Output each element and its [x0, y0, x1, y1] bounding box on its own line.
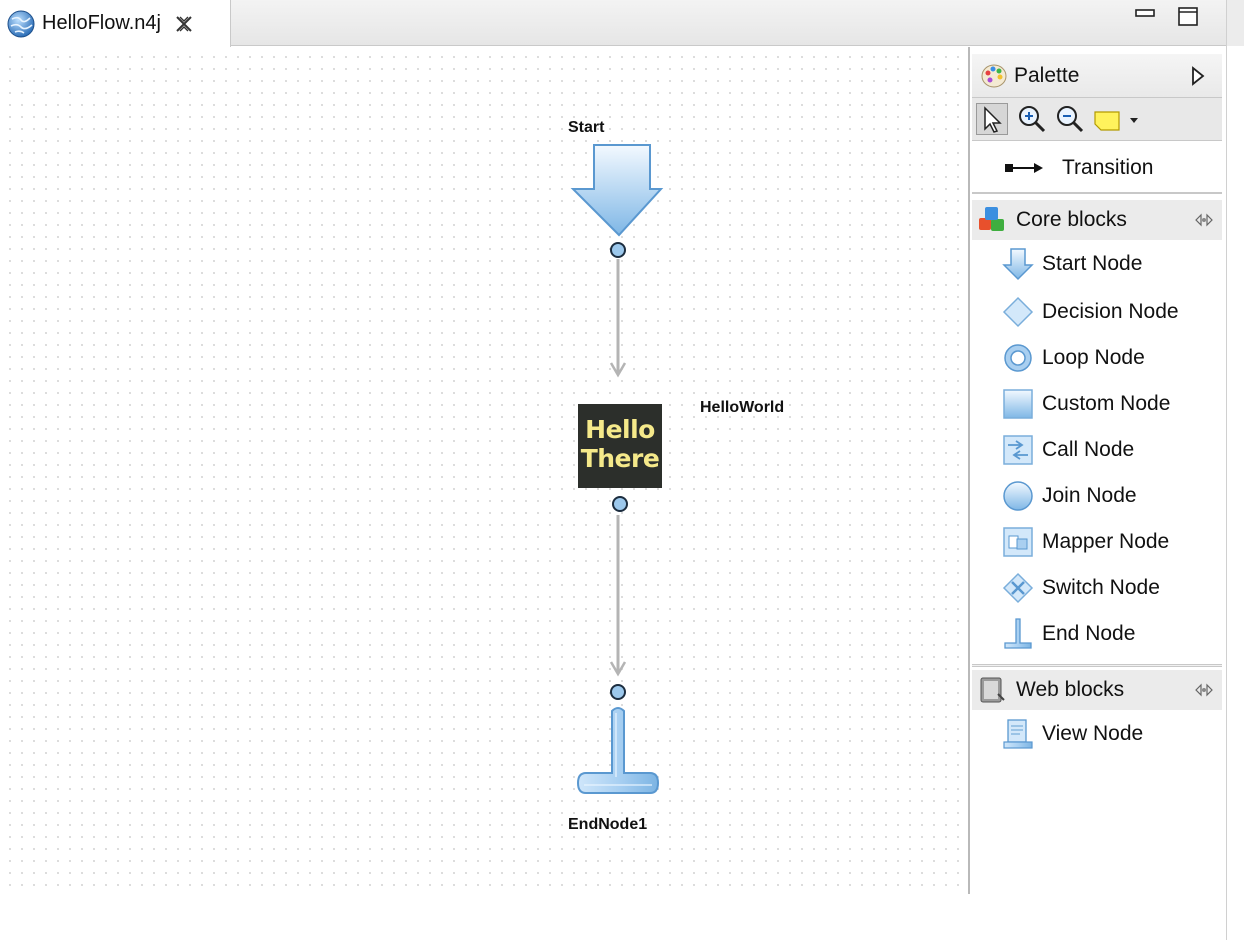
palette-item-label: Mapper Node: [1042, 530, 1170, 553]
start-node-label: Start: [568, 119, 605, 136]
core-blocks-icon: [979, 207, 1004, 231]
palette-item-join-node[interactable]: Join Node: [1002, 475, 1137, 517]
palette-item-custom-node[interactable]: Custom Node: [1002, 383, 1170, 425]
palette-title: Palette: [1014, 63, 1080, 87]
loop-node-icon: [1004, 344, 1032, 372]
palette-header: Palette: [972, 54, 1222, 98]
task-output-port[interactable]: [612, 496, 628, 512]
zoom-in-icon[interactable]: [1016, 103, 1048, 135]
drawer-pin-icon[interactable]: [1194, 211, 1214, 229]
task-image-line-2: There: [580, 444, 660, 473]
end-node-shape[interactable]: [576, 707, 660, 794]
end-node-icon: [1004, 618, 1032, 649]
palette-collapse-icon[interactable]: [1190, 66, 1206, 86]
drawer-pin-icon[interactable]: [1194, 681, 1214, 699]
flow-canvas[interactable]: Start HelloWorld EndNode1 Hello There: [0, 47, 968, 894]
tab-title: HelloFlow.n4j: [42, 12, 161, 34]
palette-item-view-node[interactable]: View Node: [1002, 713, 1143, 755]
palette-item-label: Decision Node: [1042, 300, 1179, 323]
editor-tab[interactable]: HelloFlow.n4j: [0, 0, 231, 47]
start-output-port[interactable]: [610, 242, 626, 258]
call-node-icon: [1003, 435, 1033, 465]
palette-item-label: Switch Node: [1042, 576, 1160, 599]
view-node-icon: [1003, 719, 1033, 749]
note-icon[interactable]: [1092, 103, 1140, 135]
flow-globe-icon: [7, 10, 35, 37]
palette-item-mapper-node[interactable]: Mapper Node: [1002, 521, 1169, 563]
close-icon[interactable]: [173, 13, 195, 35]
palette-icon: [981, 64, 1007, 87]
zoom-out-icon[interactable]: [1054, 103, 1086, 135]
task-node-label: HelloWorld: [700, 399, 785, 416]
maximize-icon[interactable]: [1176, 4, 1200, 28]
palette-item-label: Join Node: [1042, 484, 1137, 507]
switch-node-icon: [1002, 572, 1034, 604]
palette-item-start-node[interactable]: Start Node: [1002, 243, 1142, 285]
mapper-node-icon: [1003, 527, 1033, 557]
transition-arrow-icon: [1005, 163, 1043, 173]
web-blocks-title: Web blocks: [1016, 678, 1125, 701]
minimize-icon[interactable]: [1133, 4, 1157, 28]
palette-item-decision-node[interactable]: Decision Node: [1002, 291, 1179, 333]
editor-tab-bar: HelloFlow.n4j: [0, 0, 1226, 47]
drawer-web-blocks[interactable]: Web blocks: [972, 670, 1222, 710]
palette-item-label: Loop Node: [1042, 346, 1145, 369]
palette-item-label: Call Node: [1042, 438, 1135, 461]
end-input-port[interactable]: [610, 684, 626, 700]
palette-panel: Palette Transition Core blocks Start Nod…: [968, 47, 1226, 894]
palette-item-transition[interactable]: Transition: [972, 144, 1222, 194]
join-node-icon: [1003, 481, 1033, 511]
palette-item-end-node[interactable]: End Node: [1002, 613, 1135, 655]
palette-item-label: View Node: [1042, 722, 1144, 745]
vertical-scrollbar[interactable]: [1226, 46, 1244, 940]
start-node-shape[interactable]: [570, 144, 664, 237]
select-tool-button[interactable]: [976, 103, 1008, 135]
palette-item-loop-node[interactable]: Loop Node: [1002, 337, 1145, 379]
start-node-icon: [1002, 248, 1034, 281]
palette-item-call-node[interactable]: Call Node: [1002, 429, 1134, 471]
select-arrow-icon: [984, 106, 1002, 133]
task-image-text: Hello There: [578, 415, 662, 473]
palette-item-label: Start Node: [1042, 252, 1143, 275]
flow-diagram: [570, 144, 664, 794]
web-blocks-icon: [980, 677, 1005, 703]
palette-item-switch-node[interactable]: Switch Node: [1002, 567, 1160, 609]
decision-node-icon: [1002, 296, 1034, 328]
palette-item-label: End Node: [1042, 622, 1136, 645]
transition-label: Transition: [1062, 156, 1154, 179]
task-image-line-1: Hello: [585, 415, 655, 444]
palette-item-label: Custom Node: [1042, 392, 1171, 415]
core-blocks-title: Core blocks: [1016, 208, 1127, 231]
edge-strip-top: [1226, 0, 1244, 46]
drawer-core-blocks[interactable]: Core blocks: [972, 200, 1222, 240]
palette-separator: [972, 664, 1222, 667]
end-node-label: EndNode1: [568, 816, 648, 833]
palette-toolbar: [972, 98, 1222, 141]
custom-node-icon: [1003, 389, 1033, 419]
